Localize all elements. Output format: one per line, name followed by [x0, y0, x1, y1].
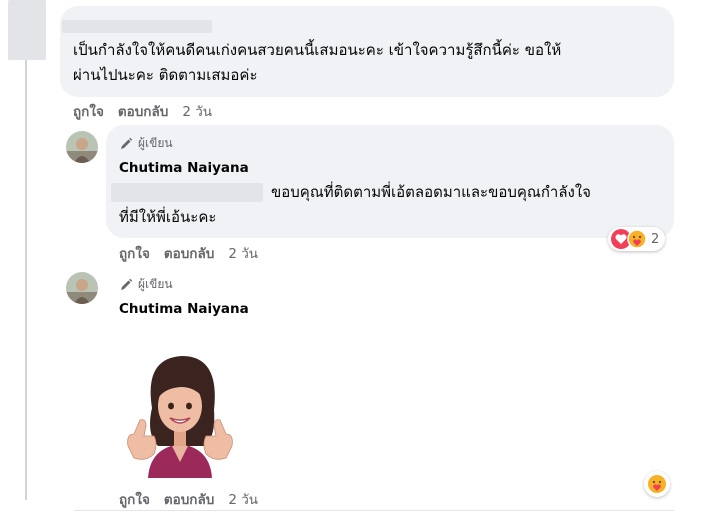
avatar-sticker[interactable] — [124, 350, 236, 478]
reply-actions: ถูกใจ ตอบกลับ 2 วัน — [119, 242, 258, 264]
author-avatar[interactable] — [66, 131, 98, 163]
sticker-reply-actions: ถูกใจ ตอบกลับ 2 วัน — [119, 488, 258, 510]
thread-line — [25, 60, 27, 500]
author-name[interactable]: Chutima Naiyana — [119, 160, 249, 176]
like-button[interactable]: ถูกใจ — [119, 242, 150, 264]
pencil-icon — [121, 137, 133, 149]
timestamp[interactable]: 2 วัน — [182, 100, 212, 122]
author-name[interactable]: Chutima Naiyana — [119, 301, 249, 317]
thumbs-up-avatar-sticker-image — [127, 356, 233, 478]
reaction-count: 2 — [651, 231, 660, 247]
avatar-image — [66, 131, 98, 163]
reply-button[interactable]: ตอบกลับ — [164, 488, 214, 510]
mentioned-name[interactable] — [111, 183, 263, 202]
pencil-icon — [121, 278, 133, 290]
care-reaction-icon — [648, 475, 666, 493]
reply-text-line-2: ที่มีให้พี่เอ้นะคะ — [119, 208, 217, 226]
reply-button[interactable]: ตอบกลับ — [164, 242, 214, 264]
comment-text-line-1: เป็นกำลังใจให้คนดีคนเก่งคนสวยคนนี้เสมอนะ… — [73, 41, 562, 59]
timestamp[interactable]: 2 วัน — [228, 242, 258, 264]
author-badge-label: ผู้เขียน — [138, 136, 173, 150]
comment-actions: ถูกใจ ตอบกลับ 2 วัน — [73, 100, 212, 122]
reply-text-line-1: ขอบคุณที่ติดตามพี่เอ้ตลอดมาและขอบคุณกำลั… — [271, 183, 591, 201]
avatar-image — [66, 272, 98, 304]
author-badge-label: ผู้เขียน — [138, 277, 173, 291]
like-button[interactable]: ถูกใจ — [119, 488, 150, 510]
commenter-name[interactable] — [62, 20, 212, 33]
reactions-summary[interactable]: 2 — [608, 227, 666, 251]
commenter-avatar[interactable] — [8, 0, 46, 60]
reply-button[interactable]: ตอบกลับ — [118, 100, 168, 122]
like-button[interactable]: ถูกใจ — [73, 100, 104, 122]
timestamp[interactable]: 2 วัน — [228, 488, 258, 510]
author-avatar[interactable] — [66, 272, 98, 304]
care-reaction-badge[interactable] — [644, 471, 670, 497]
author-badge: ผู้เขียน — [119, 275, 173, 294]
bottom-divider — [74, 510, 674, 511]
comment-text-line-2: ผ่านไปนะคะ ติดตามเสมอค่ะ — [73, 66, 258, 84]
care-reaction-icon — [627, 229, 647, 249]
author-badge: ผู้เขียน — [119, 134, 173, 153]
